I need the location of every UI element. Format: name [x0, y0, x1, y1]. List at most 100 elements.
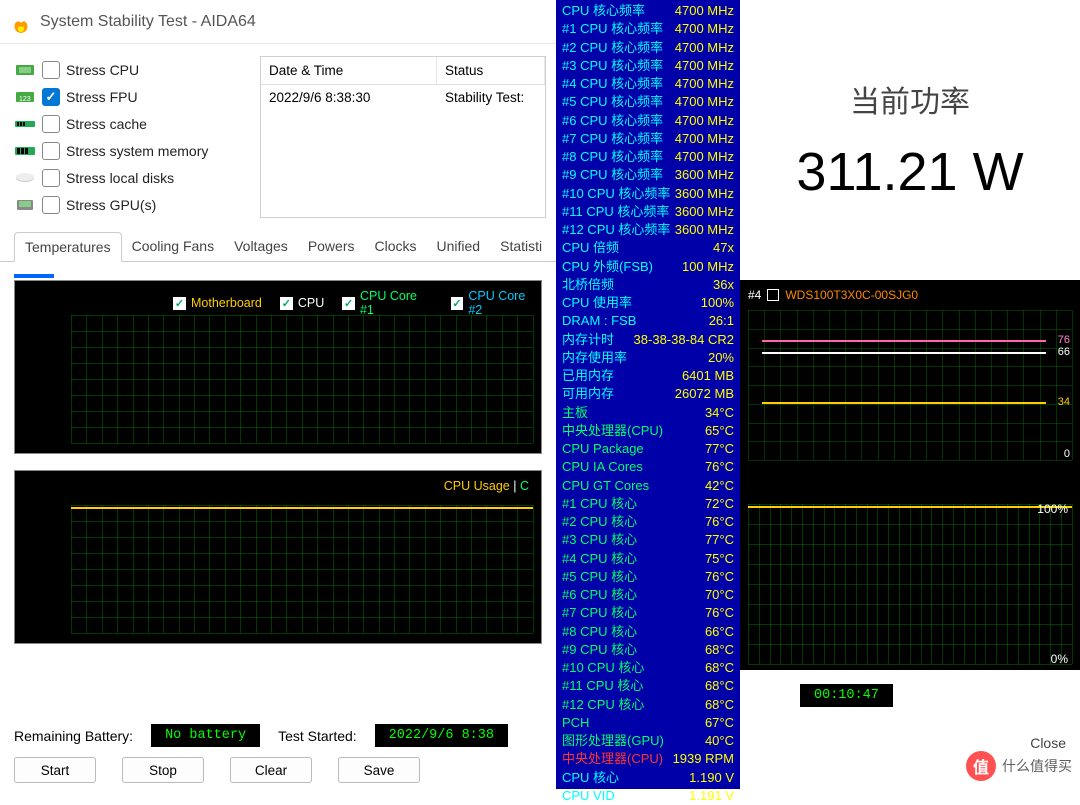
legend-checkbox[interactable]: [173, 297, 186, 310]
hwmon-row: #2 CPU 核心76°C: [562, 513, 734, 531]
hwmon-row: 中央处理器(CPU)1939 RPM: [562, 750, 734, 768]
y-axis-bot: 0°C: [0, 433, 9, 447]
power-panel: 当前功率 311.21 W: [740, 0, 1080, 280]
reading-label: 76: [1058, 334, 1070, 346]
hardware-monitor-panel: CPU 核心频率4700 MHz#1 CPU 核心频率4700 MHz#2 CP…: [556, 0, 740, 789]
window-title: System Stability Test - AIDA64: [40, 13, 256, 31]
clear-button[interactable]: Clear: [230, 757, 312, 783]
watermark-icon: 值: [966, 751, 996, 781]
hwmon-row: #8 CPU 核心66°C: [562, 623, 734, 641]
hwmon-row: 可用内存26072 MB: [562, 385, 734, 403]
legend-label: CPU: [298, 296, 324, 310]
legend-label: CPU Core #1: [360, 289, 433, 317]
watermark-text: 什么值得买: [1002, 756, 1072, 776]
hwmon-row: #6 CPU 核心频率4700 MHz: [562, 112, 734, 130]
tab-statisti[interactable]: Statisti: [490, 232, 552, 261]
hwmon-row: #6 CPU 核心70°C: [562, 586, 734, 604]
cpu-usage-chart: CPU Usage | C 100% 0%: [14, 470, 542, 644]
stress-checkbox[interactable]: [42, 61, 60, 79]
hwmon-row: CPU GT Cores42°C: [562, 477, 734, 495]
drive-label: WDS100T3X0C-00SJG0: [785, 288, 918, 302]
power-label: 当前功率: [850, 77, 970, 121]
save-button[interactable]: Save: [338, 757, 420, 783]
drive-index: #4: [748, 288, 761, 302]
log-header-status[interactable]: Status: [437, 57, 545, 84]
hwmon-row: #11 CPU 核心68°C: [562, 677, 734, 695]
log-row[interactable]: 2022/9/6 8:38:30 Stability Test:: [261, 85, 545, 110]
legend-checkbox[interactable]: [342, 297, 355, 310]
stress-label: Stress local disks: [66, 170, 174, 186]
log-cell-status: Stability Test:: [437, 85, 545, 110]
tab-powers[interactable]: Powers: [298, 232, 365, 261]
tab-voltages[interactable]: Voltages: [224, 232, 298, 261]
log-cell-date: 2022/9/6 8:38:30: [261, 85, 437, 110]
usage-legend: CPU Usage | C: [444, 479, 529, 493]
tab-clocks[interactable]: Clocks: [365, 232, 427, 261]
stress-checkbox[interactable]: [42, 196, 60, 214]
hwmon-row: #3 CPU 核心频率4700 MHz: [562, 57, 734, 75]
stress-label: Stress GPU(s): [66, 197, 156, 213]
elapsed-value: 00:10:47: [800, 684, 893, 707]
stress-label: Stress FPU: [66, 89, 138, 105]
hwmon-row: 图形处理器(GPU)40°C: [562, 732, 734, 750]
stress-checkbox[interactable]: [42, 115, 60, 133]
stress-label: Stress CPU: [66, 62, 139, 78]
reading-label: 34: [1058, 396, 1070, 408]
tab-cooling fans[interactable]: Cooling Fans: [122, 232, 225, 261]
started-value: 2022/9/6 8:38: [375, 724, 508, 747]
tab-unified[interactable]: Unified: [427, 232, 491, 261]
start-button[interactable]: Start: [14, 757, 96, 783]
title-bar: System Stability Test - AIDA64: [0, 0, 556, 44]
hwmon-row: 内存计时38-38-38-84 CR2: [562, 331, 734, 349]
hwmon-row: CPU Package77°C: [562, 440, 734, 458]
hwmon-row: CPU 使用率100%: [562, 294, 734, 312]
legend-label: Motherboard: [191, 296, 262, 310]
stress-icon: [14, 117, 36, 131]
reading-label: 66: [1058, 346, 1070, 358]
hwmon-row: CPU VID1.191 V: [562, 787, 734, 805]
hwmon-row: #1 CPU 核心频率4700 MHz: [562, 20, 734, 38]
usage-y-bot: 0%: [0, 623, 9, 637]
usage-line-right: [748, 506, 1072, 508]
hwmon-row: 北桥倍频36x: [562, 276, 734, 294]
close-button[interactable]: Close: [1030, 735, 1066, 751]
stress-icon: [14, 63, 36, 77]
button-bar: Start Stop Clear Save: [14, 757, 420, 783]
rc-y0: 0: [1064, 448, 1070, 460]
log-table: Date & Time Status 2022/9/6 8:38:30 Stab…: [260, 56, 546, 218]
tab-temperatures[interactable]: Temperatures: [14, 232, 122, 262]
stress-checkbox[interactable]: [42, 142, 60, 160]
hwmon-row: CPU 倍频47x: [562, 239, 734, 257]
svg-text:123: 123: [19, 96, 31, 103]
legend-label: CPU Core #2: [468, 289, 541, 317]
stress-checkbox[interactable]: [42, 88, 60, 106]
battery-value: No battery: [151, 724, 260, 747]
usage-y-top: 100%: [0, 499, 9, 513]
hwmon-row: #7 CPU 核心76°C: [562, 604, 734, 622]
stress-icon: [14, 198, 36, 212]
started-label: Test Started:: [278, 728, 357, 744]
elapsed-status: 00:10:47: [740, 684, 1080, 707]
stress-icon: [14, 144, 36, 158]
selection-bar: [14, 274, 54, 278]
log-header-date[interactable]: Date & Time: [261, 57, 437, 84]
hwmon-row: #9 CPU 核心频率3600 MHz: [562, 166, 734, 184]
drive-temp-chart: #4 WDS100T3X0C-00SJG0 0 76766634: [740, 280, 1080, 470]
flame-icon: [12, 11, 30, 33]
legend-square-icon: [767, 289, 779, 301]
right-usage-chart: 100% 0%: [740, 470, 1080, 670]
stop-button[interactable]: Stop: [122, 757, 204, 783]
legend-checkbox[interactable]: [451, 297, 464, 310]
hwmon-row: 内存使用率20%: [562, 349, 734, 367]
ru-bot-r: 0%: [1051, 652, 1068, 666]
legend-checkbox[interactable]: [280, 297, 293, 310]
stress-checkbox[interactable]: [42, 169, 60, 187]
usage-line: [71, 507, 533, 509]
stress-icon: 123: [14, 90, 36, 104]
hwmon-row: #8 CPU 核心频率4700 MHz: [562, 148, 734, 166]
hwmon-row: #10 CPU 核心频率3600 MHz: [562, 185, 734, 203]
stress-icon: [14, 171, 36, 185]
hwmon-row: #5 CPU 核心频率4700 MHz: [562, 93, 734, 111]
hwmon-row: #5 CPU 核心76°C: [562, 568, 734, 586]
hwmon-row: #1 CPU 核心72°C: [562, 495, 734, 513]
